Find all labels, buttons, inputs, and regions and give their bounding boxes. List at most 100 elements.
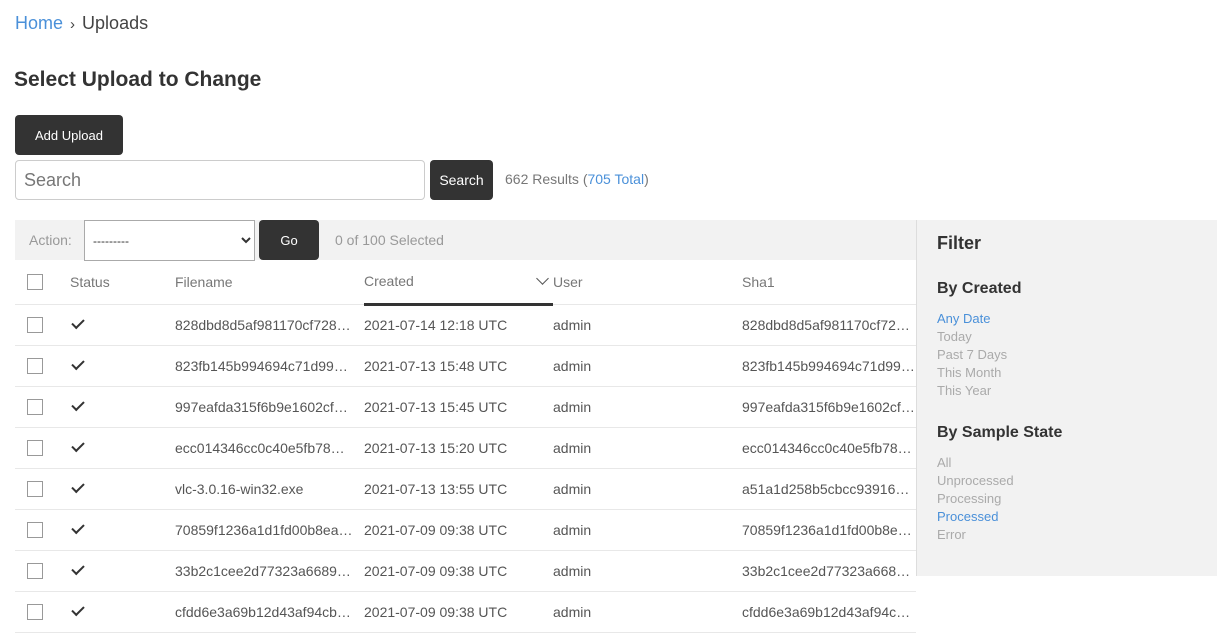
filter-option-any-date: Any Date: [937, 310, 1197, 328]
created-cell: 2021-07-13 13:55 UTC: [364, 468, 553, 510]
filter-list-by-sample-state: All Unprocessed Processing Processed Err…: [937, 454, 1197, 544]
sha1-cell: 828dbd8d5af981170cf728…: [742, 304, 916, 346]
filename-cell[interactable]: 997eafda315f6b9e1602cf…: [175, 386, 364, 428]
row-checkbox[interactable]: [27, 604, 43, 621]
created-cell: 2021-07-13 15:20 UTC: [364, 427, 553, 469]
column-header-created[interactable]: Created: [364, 260, 553, 306]
filter-option-unprocessed: Unprocessed: [937, 472, 1197, 490]
filter-link[interactable]: Past 7 Days: [937, 347, 1007, 362]
page: Home › Uploads Select Upload to Change A…: [0, 0, 1229, 634]
search-button[interactable]: Search: [430, 160, 493, 200]
row-select-cell: [15, 345, 70, 387]
user-cell: admin: [553, 345, 742, 387]
result-count-text: 662 Results (: [505, 171, 588, 187]
column-header-filename[interactable]: Filename: [175, 260, 364, 305]
filter-list-by-created: Any Date Today Past 7 Days This Month Th…: [937, 310, 1197, 400]
filter-link[interactable]: Error: [937, 527, 966, 542]
total-results-link[interactable]: 705 Total: [587, 171, 644, 187]
user-cell: admin: [553, 468, 742, 510]
checkmark-icon: [71, 439, 85, 453]
filter-link[interactable]: Processing: [937, 491, 1001, 506]
sha1-cell: a51a1d258b5cbcc93916b…: [742, 468, 916, 510]
sha1-cell: 70859f1236a1d1fd00b8ea…: [742, 509, 916, 551]
filter-link[interactable]: This Month: [937, 365, 1001, 380]
created-cell: 2021-07-09 09:38 UTC: [364, 509, 553, 551]
column-header-status[interactable]: Status: [70, 260, 175, 305]
created-cell: 2021-07-13 15:45 UTC: [364, 386, 553, 428]
result-count: 662 Results (705 Total): [505, 171, 649, 187]
filter-link[interactable]: Unprocessed: [937, 473, 1014, 488]
created-cell: 2021-07-14 12:18 UTC: [364, 304, 553, 346]
filter-link[interactable]: Processed: [937, 509, 998, 524]
table-row[interactable]: ecc014346cc0c40e5fb78… 2021-07-13 15:20 U…: [15, 427, 916, 469]
table-row[interactable]: 823fb145b994694c71d99… 2021-07-13 15:48 U…: [15, 345, 916, 387]
filename-cell[interactable]: 70859f1236a1d1fd00b8ea…: [175, 509, 364, 551]
filter-heading-by-created: By Created: [937, 280, 1022, 297]
table-row[interactable]: 828dbd8d5af981170cf728… 2021-07-14 12:18 …: [15, 304, 916, 346]
table-row[interactable]: vlc-3.0.16-win32.exe 2021-07-13 13:55 UTC…: [15, 468, 916, 510]
filter-panel: Filter By Created Any Date Today Past 7 …: [916, 220, 1217, 576]
status-cell: [70, 550, 175, 592]
row-checkbox[interactable]: [27, 317, 43, 334]
filename-cell[interactable]: 33b2c1cee2d77323a6689…: [175, 550, 364, 592]
row-checkbox[interactable]: [27, 440, 43, 457]
user-cell: admin: [553, 386, 742, 428]
status-cell: [70, 427, 175, 469]
search-input[interactable]: [15, 160, 425, 200]
go-button[interactable]: Go: [259, 220, 319, 260]
table-row[interactable]: 33b2c1cee2d77323a6689… 2021-07-09 09:38 U…: [15, 550, 916, 592]
created-cell: 2021-07-09 09:38 UTC: [364, 591, 553, 633]
sha1-cell: ecc014346cc0c40e5fb78…: [742, 427, 916, 469]
breadcrumb: Home › Uploads: [15, 13, 148, 34]
breadcrumb-current: Uploads: [82, 13, 149, 33]
row-select-cell: [15, 386, 70, 428]
filter-option-this-year: This Year: [937, 382, 1197, 400]
column-header-user[interactable]: User: [553, 260, 742, 305]
sha1-cell: 33b2c1cee2d77323a6689…: [742, 550, 916, 592]
filter-option-processing: Processing: [937, 490, 1197, 508]
filter-link[interactable]: All: [937, 455, 951, 470]
filter-link[interactable]: Today: [937, 329, 972, 344]
filename-cell[interactable]: vlc-3.0.16-win32.exe: [175, 468, 364, 510]
column-header-created-label: Created: [364, 273, 414, 290]
row-select-cell: [15, 304, 70, 346]
filter-link[interactable]: Any Date: [937, 311, 990, 326]
filter-title: Filter: [937, 233, 982, 253]
add-upload-button[interactable]: Add Upload: [15, 115, 123, 155]
checkmark-icon: [71, 480, 85, 494]
created-cell: 2021-07-09 09:38 UTC: [364, 550, 553, 592]
column-header-sha1[interactable]: Sha1: [742, 260, 916, 305]
sort-chevron-down-icon[interactable]: [536, 271, 549, 285]
row-checkbox[interactable]: [27, 481, 43, 498]
filter-option-error: Error: [937, 526, 1197, 544]
row-select-cell: [15, 550, 70, 592]
row-select-cell: [15, 591, 70, 633]
breadcrumb-home-link[interactable]: Home: [15, 13, 63, 33]
filter-option-this-month: This Month: [937, 364, 1197, 382]
table-body: 828dbd8d5af981170cf728… 2021-07-14 12:18 …: [15, 304, 916, 633]
row-select-cell: [15, 468, 70, 510]
filter-link[interactable]: This Year: [937, 383, 991, 398]
table-row[interactable]: cfdd6e3a69b12d43af94cb… 2021-07-09 09:38 …: [15, 591, 916, 633]
status-cell: [70, 509, 175, 551]
filename-cell[interactable]: cfdd6e3a69b12d43af94cb…: [175, 591, 364, 633]
filter-heading-by-sample-state: By Sample State: [937, 424, 1063, 441]
filename-cell[interactable]: ecc014346cc0c40e5fb78…: [175, 427, 364, 469]
row-checkbox[interactable]: [27, 358, 43, 375]
row-checkbox[interactable]: [27, 399, 43, 416]
select-all-checkbox[interactable]: [27, 274, 43, 291]
checkmark-icon: [71, 521, 85, 535]
row-select-cell: [15, 509, 70, 551]
table-header-row: Status Filename Created User Sha1: [15, 260, 916, 306]
row-checkbox[interactable]: [27, 522, 43, 539]
filename-cell[interactable]: 828dbd8d5af981170cf728…: [175, 304, 364, 346]
checkmark-icon: [71, 562, 85, 576]
row-checkbox[interactable]: [27, 563, 43, 580]
table-row[interactable]: 70859f1236a1d1fd00b8ea… 2021-07-09 09:38 …: [15, 509, 916, 551]
checkmark-icon: [71, 316, 85, 330]
page-title: Select Upload to Change: [14, 68, 262, 91]
user-cell: admin: [553, 550, 742, 592]
action-select[interactable]: ---------: [84, 220, 255, 261]
filename-cell[interactable]: 823fb145b994694c71d99…: [175, 345, 364, 387]
table-row[interactable]: 997eafda315f6b9e1602cf… 2021-07-13 15:45 …: [15, 386, 916, 428]
